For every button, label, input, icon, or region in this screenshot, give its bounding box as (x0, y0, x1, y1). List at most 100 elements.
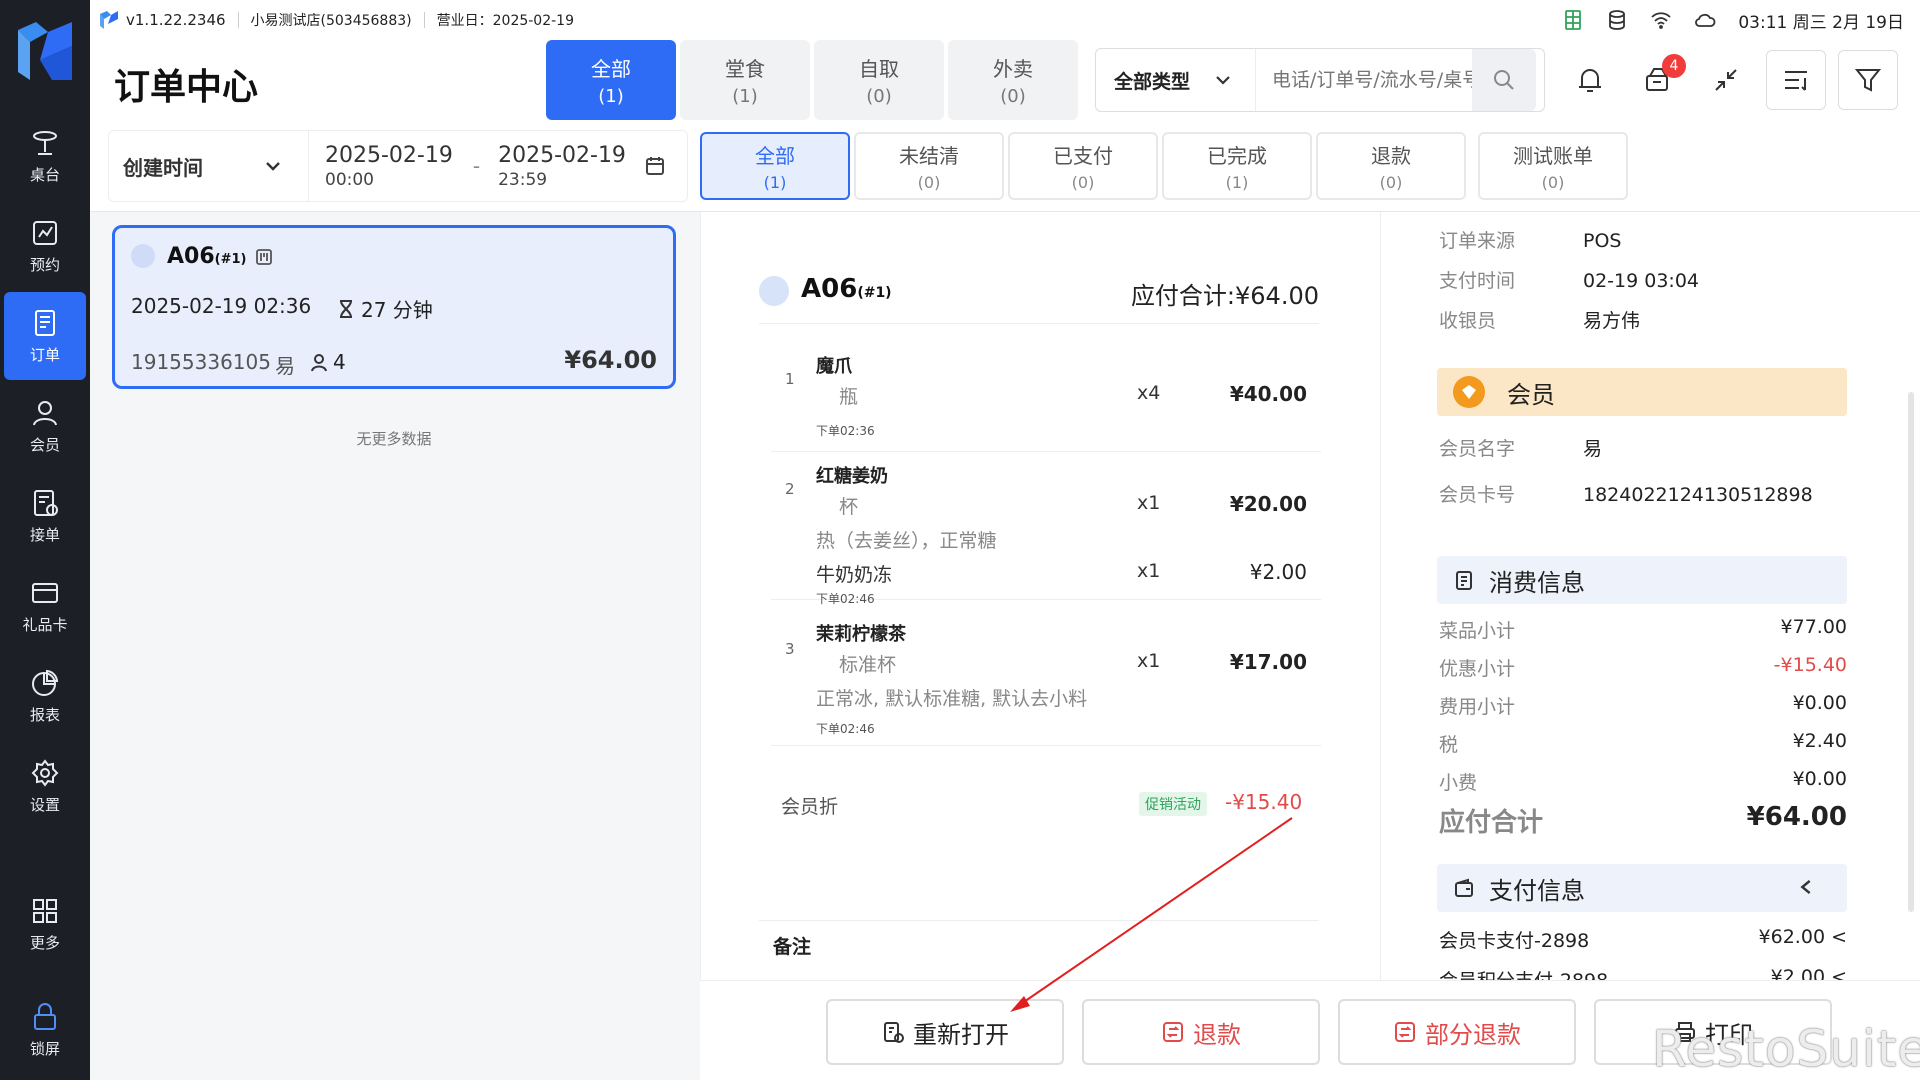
nav-table[interactable]: 桌台 (4, 112, 86, 200)
status-tab-unsettled[interactable]: 未结清 (0) (854, 132, 1004, 200)
app-logo-icon (18, 22, 72, 80)
notification-button[interactable] (1560, 50, 1620, 110)
item-name: 红糖姜奶 (816, 466, 888, 487)
status-tab-label: 已完成 (1207, 144, 1267, 168)
sort-list-icon (1785, 71, 1807, 91)
app-version: v1.1.22.2346 (126, 11, 226, 29)
clock: 03:11 周三 2月 19日 (1738, 12, 1904, 33)
item-price: ¥20.00 (1229, 492, 1307, 516)
tab-dine-in[interactable]: 堂食 (1) (680, 40, 810, 120)
nav-more[interactable]: 更多 (4, 880, 86, 968)
search-input[interactable] (1256, 49, 1472, 111)
fee-row-fees: 费用小计 ¥0.00 (1439, 692, 1847, 718)
accept-order-icon (34, 489, 58, 516)
chevron-left-icon[interactable] (1795, 876, 1817, 898)
status-tab-completed[interactable]: 已完成 (1) (1162, 132, 1312, 200)
bell-icon (1579, 69, 1601, 92)
nav-settings[interactable]: 设置 (4, 742, 86, 830)
reservation-icon (33, 220, 57, 245)
detail-total: 应付合计:¥64.00 (1130, 282, 1319, 310)
end-date: 2025-02-19 (498, 142, 626, 168)
status-tab-count: (0) (917, 173, 941, 192)
nav-label: 设置 (29, 795, 60, 814)
item-qty: x1 (1137, 650, 1161, 672)
end-datetime[interactable]: 2025-02-19 23:59 (498, 143, 626, 190)
start-date: 2025-02-19 (325, 142, 453, 168)
detail-table: A06(#1) (801, 274, 892, 304)
database-icon[interactable] (1606, 9, 1628, 31)
date-range-picker[interactable]: 创建时间 2025-02-19 00:00 - 2025-02-19 23:59 (108, 130, 688, 202)
partial-refund-button[interactable]: 部分退款 (1338, 999, 1576, 1065)
payment-row[interactable]: 会员积分支付-2898¥2.00 < (1439, 966, 1847, 980)
tab-delivery[interactable]: 外卖 (0) (948, 40, 1078, 120)
order-info: 订单来源 POS 支付时间 02-19 03:04 收银员 易方伟 会员 会员名字易 … (1380, 212, 1920, 980)
item-unit: 瓶 (839, 386, 859, 408)
nav-label: 更多 (29, 933, 60, 952)
tab-pickup[interactable]: 自取 (0) (814, 40, 944, 120)
refund-button[interactable]: 退款 (1082, 999, 1320, 1065)
tab-all[interactable]: 全部 (1) (546, 40, 676, 120)
divider (759, 920, 1319, 921)
search-button[interactable] (1472, 49, 1536, 111)
item-price: ¥17.00 (1229, 650, 1307, 674)
status-tab-paid[interactable]: 已支付 (0) (1008, 132, 1158, 200)
start-datetime[interactable]: 2025-02-19 00:00 (325, 143, 453, 190)
collapse-button[interactable] (1696, 50, 1756, 110)
sort-button[interactable] (1766, 50, 1826, 110)
hourglass-icon (340, 299, 352, 318)
status-tab-label: 退款 (1371, 144, 1411, 168)
chevron-down-icon (1216, 76, 1230, 85)
nav-accept-order[interactable]: 接单 (4, 472, 86, 560)
filter-button[interactable] (1838, 50, 1898, 110)
status-tab-all[interactable]: 全部 (1) (700, 132, 850, 200)
nav-label: 订单 (29, 345, 60, 364)
member-section-header: 会员 (1437, 368, 1847, 416)
nav-report[interactable]: 报表 (4, 652, 86, 740)
item-order-time: 下单02:36 (816, 424, 875, 438)
remark-label: 备注 (773, 936, 812, 958)
nav-gift-card[interactable]: 礼品卡 (4, 562, 86, 650)
date-type-select[interactable]: 创建时间 (109, 131, 309, 201)
status-tab-label: 测试账单 (1513, 144, 1593, 168)
settings-icon (31, 758, 59, 787)
calendar-icon[interactable] (644, 155, 666, 177)
status-tab-refund[interactable]: 退款 (0) (1316, 132, 1466, 200)
list-item: 1 魔爪 瓶 x4 ¥40.00 下单02:36 (771, 342, 1321, 452)
tab-count: (1) (732, 86, 758, 107)
nav-member[interactable]: 会员 (4, 382, 86, 470)
list-item: 3 茉莉柠檬茶 标准杯 x1 ¥17.00 正常冰, 默认标准糖, 默认去小料 … (771, 600, 1321, 746)
member-diamond-icon (1453, 376, 1485, 408)
order-table: A06(#1) (167, 244, 247, 269)
order-icon (35, 309, 55, 336)
start-time: 00:00 (325, 169, 374, 190)
order-card[interactable]: A06(#1) 2025-02-19 02:36 27 分钟 191553361… (112, 225, 676, 389)
nav-reservation[interactable]: 预约 (4, 202, 86, 290)
item-order-time: 下单02:46 (816, 722, 875, 736)
status-tab-label: 未结清 (899, 144, 959, 168)
divider (423, 12, 425, 28)
payment-section-header[interactable]: 支付信息 (1437, 864, 1847, 912)
partial-refund-icon (1395, 1022, 1415, 1042)
order-type-select[interactable]: 全部类型 (1096, 49, 1256, 111)
nav-orders[interactable]: 订单 (4, 292, 86, 380)
status-tab-count: (0) (1379, 173, 1403, 192)
page-title: 订单中心 (114, 67, 259, 108)
order-phone: 19155336105 (131, 350, 271, 374)
date-separator: - (472, 154, 481, 178)
status-tab-test-bill[interactable]: 测试账单 (0) (1478, 132, 1628, 200)
nav-lock[interactable]: 锁屏 (4, 986, 86, 1074)
status-tab-count: (0) (1071, 173, 1095, 192)
online-order-button[interactable]: 4 (1628, 50, 1688, 110)
status-tab-count: (1) (763, 173, 787, 192)
list-footer: 无更多数据 (356, 430, 432, 448)
item-qty: x1 (1137, 492, 1161, 514)
status-tab-label: 全部 (755, 144, 795, 168)
reopen-button[interactable]: 重新打开 (826, 999, 1064, 1065)
scrollbar[interactable] (1908, 392, 1914, 912)
item-index: 3 (785, 640, 795, 658)
spreadsheet-icon[interactable] (1562, 9, 1584, 31)
item-price: ¥40.00 (1229, 382, 1307, 406)
item-index: 1 (785, 370, 795, 388)
payment-row[interactable]: 会员卡支付-2898 ¥62.00 < (1439, 926, 1847, 953)
divider (237, 12, 239, 28)
